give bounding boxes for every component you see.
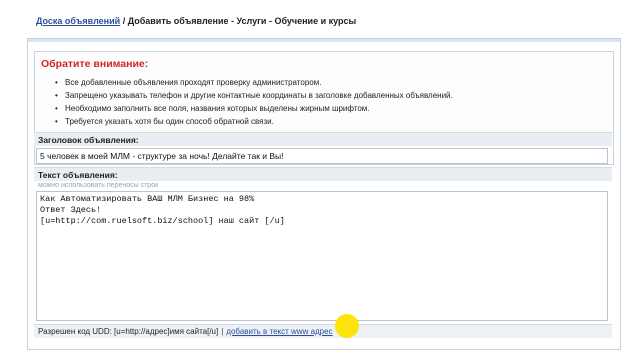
notice-item: Необходимо заполнить все поля, названия … xyxy=(55,102,453,115)
ad-form-frame: Обратите внимание: Все добавленные объяв… xyxy=(27,38,621,350)
footer-bar: Разрешен код UDD: [u=http://адрес]имя са… xyxy=(34,324,612,338)
allowed-code-text: Разрешен код UDD: [u=http://адрес]имя са… xyxy=(38,327,219,336)
notice-title: Обратите внимание: xyxy=(41,58,149,70)
frame-top-bar xyxy=(28,39,620,42)
ad-title-input[interactable] xyxy=(36,148,608,164)
body-field-label: Текст объявления: xyxy=(34,167,612,181)
footer-separator: | xyxy=(221,327,224,336)
breadcrumb-current: / Добавить объявление - Услуги - Обучени… xyxy=(120,16,357,26)
notice-item: Требуется указать хотя бы один способ об… xyxy=(55,115,453,128)
body-field-hint: можно использовать переносы строк xyxy=(38,182,159,189)
cursor-highlight xyxy=(335,314,359,338)
breadcrumb-home-link[interactable]: Доска объявлений xyxy=(36,16,120,26)
title-field-label: Заголовок объявления: xyxy=(34,132,612,146)
notice-item: Все добавленные объявления проходят пров… xyxy=(55,76,453,89)
add-www-link[interactable]: добавить в текст www адрес xyxy=(226,327,332,336)
notice-item: Запрещено указывать телефон и другие кон… xyxy=(55,89,453,102)
ad-body-textarea[interactable]: Как Автоматизировать ВАШ МЛМ Бизнес на 9… xyxy=(36,191,608,321)
breadcrumb: Доска объявлений / Добавить объявление -… xyxy=(36,16,356,26)
notice-list: Все добавленные объявления проходят пров… xyxy=(55,76,453,128)
